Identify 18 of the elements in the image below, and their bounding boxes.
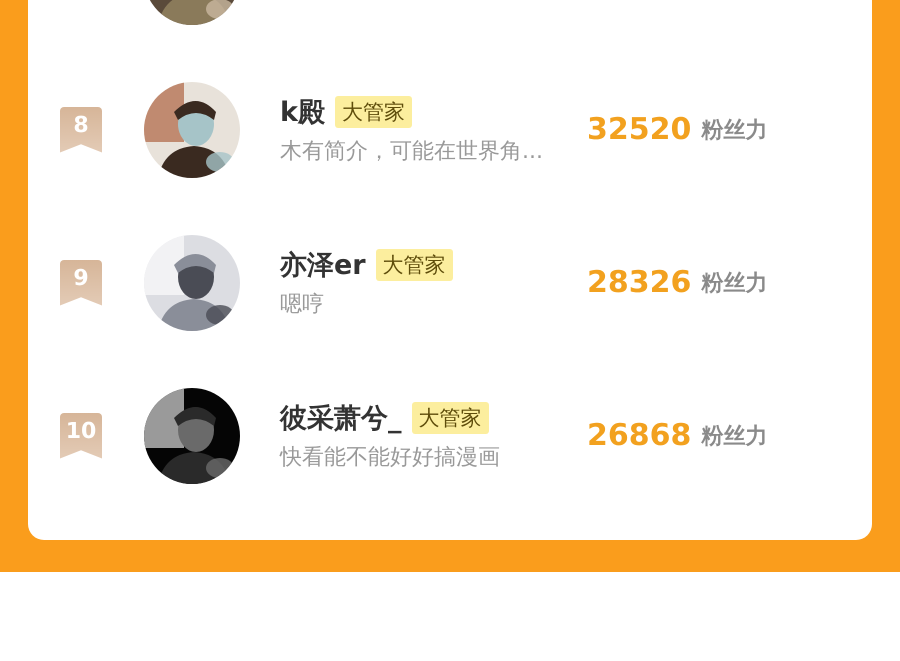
score-unit: 粉丝力 bbox=[701, 422, 768, 450]
fan-score: 26868 bbox=[587, 418, 692, 453]
rank-badge: 8 bbox=[60, 106, 102, 152]
user-description: 嗯哼 bbox=[280, 290, 325, 318]
role-badge: 大管家 bbox=[376, 248, 453, 280]
rank-badge: 9 bbox=[60, 260, 102, 306]
rank-badge: 10 bbox=[60, 412, 102, 458]
user-name: 彼采萧兮_ bbox=[280, 402, 402, 436]
score-unit: 粉丝力 bbox=[701, 116, 768, 144]
user-description: 木有简介，可能在世界角... bbox=[280, 138, 544, 166]
role-badge: 大管家 bbox=[334, 96, 412, 128]
user-description: 快看能不能好好搞漫画 bbox=[280, 444, 501, 472]
role-badge: 大管家 bbox=[412, 402, 488, 434]
user-name: k殿 bbox=[280, 96, 325, 130]
score-unit: 粉丝力 bbox=[701, 270, 768, 298]
fan-score: 32520 bbox=[587, 112, 692, 147]
user-name: 亦泽er bbox=[280, 248, 366, 282]
fan-score: 28326 bbox=[587, 265, 692, 300]
